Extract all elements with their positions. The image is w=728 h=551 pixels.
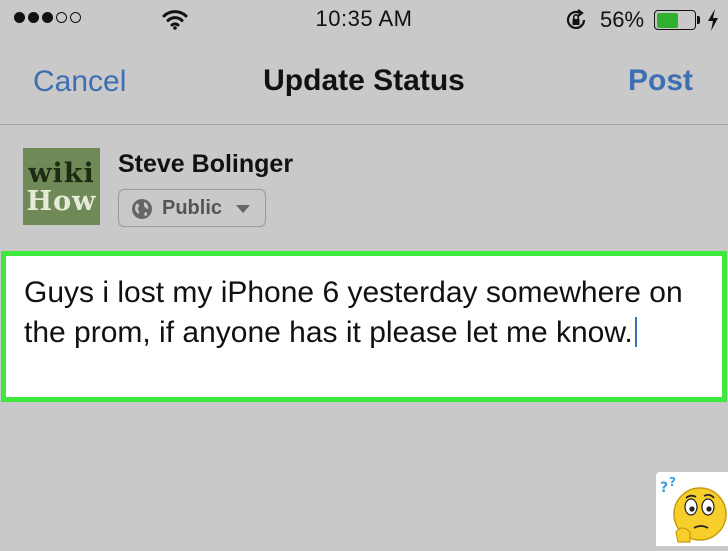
battery-percent: 56%: [600, 7, 645, 32]
page-title: Update Status: [263, 64, 465, 97]
status-text: Guys i lost my iPhone 6 yesterday somewh…: [24, 276, 683, 349]
svg-text:?: ?: [669, 475, 676, 489]
navigation-bar: Cancel Update Status Post: [0, 40, 728, 125]
status-bar: 10:35 AM 56%: [0, 0, 728, 40]
text-cursor: [634, 317, 637, 347]
avatar: wiki How: [23, 148, 100, 225]
rotation-lock-icon: [564, 8, 588, 37]
chevron-down-icon: [236, 205, 250, 213]
thinking-emoji-icon: ? ?: [656, 472, 728, 546]
audience-label: Public: [162, 197, 223, 219]
battery-fill: [657, 13, 678, 28]
avatar-text-bottom: How: [26, 186, 97, 217]
svg-text:?: ?: [660, 480, 668, 496]
status-text-content: Guys i lost my iPhone 6 yesterday somewh…: [24, 273, 714, 353]
audience-selector-button[interactable]: Public: [118, 189, 266, 227]
charging-bolt-icon: [706, 8, 720, 37]
globe-icon: [131, 198, 153, 225]
battery-icon: [654, 10, 700, 30]
user-name: Steve Bolinger: [118, 150, 294, 178]
post-button[interactable]: Post: [628, 64, 693, 98]
status-text-area[interactable]: Guys i lost my iPhone 6 yesterday somewh…: [1, 251, 727, 402]
avatar-text-top: wiki: [28, 158, 95, 189]
